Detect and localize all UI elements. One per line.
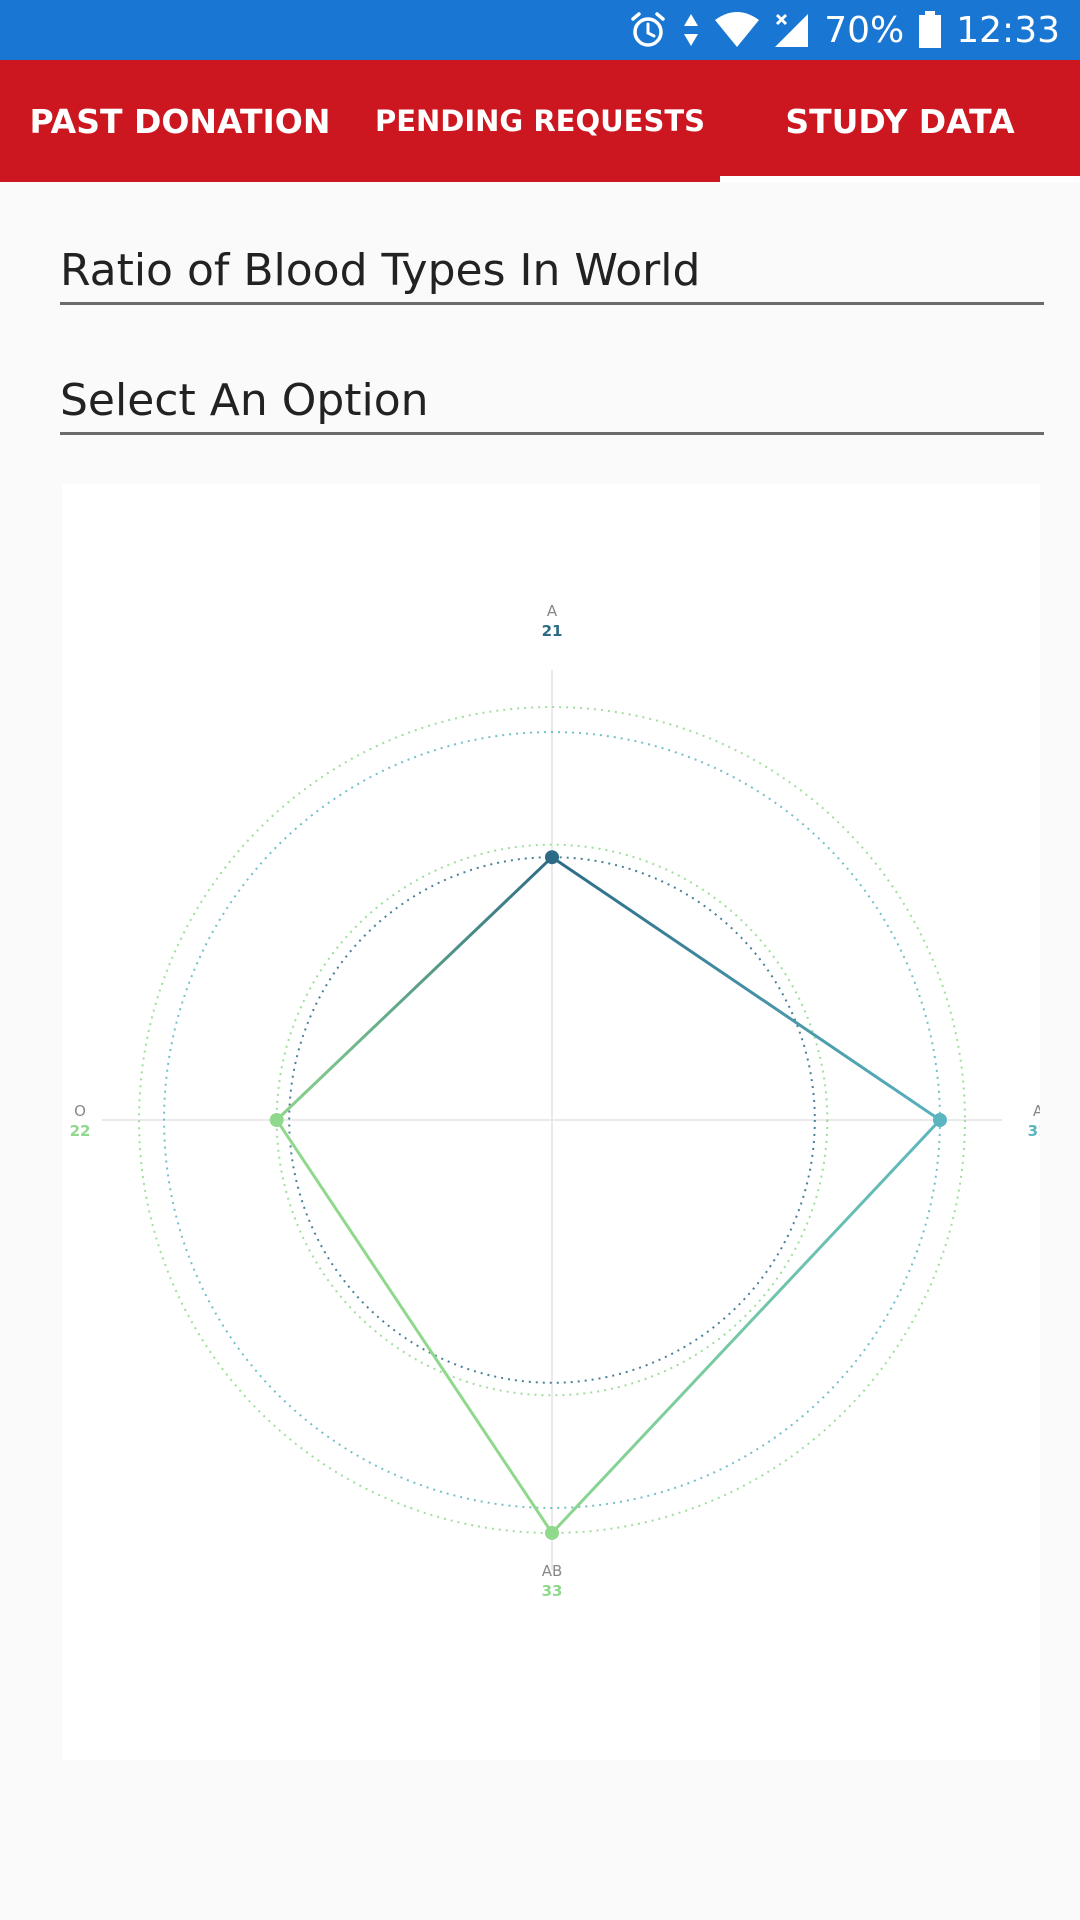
- series-edge: [275, 1119, 554, 1534]
- axis-value-label: 22: [70, 1122, 91, 1140]
- alarm-icon: [628, 10, 668, 50]
- axis-label: AB: [542, 1562, 563, 1580]
- wifi-icon: [714, 12, 760, 48]
- data-point: [545, 850, 559, 865]
- battery-icon: [918, 11, 942, 49]
- dataset-spinner[interactable]: Ratio of Blood Types In World: [60, 240, 1044, 305]
- series-edge: [550, 1118, 942, 1534]
- data-point: [932, 1113, 947, 1127]
- data-point: [545, 1525, 559, 1540]
- axis-value-label: 31: [1028, 1122, 1040, 1140]
- series-edge: [551, 855, 941, 1122]
- axis-value-label: 33: [542, 1582, 563, 1600]
- tab-past-donation[interactable]: PAST DONATION: [0, 60, 360, 182]
- axis-value-label: 21: [542, 622, 563, 640]
- tab-bar: PAST DONATION PENDING REQUESTS STUDY DAT…: [0, 60, 1080, 182]
- option-spinner[interactable]: Select An Option: [60, 370, 1044, 435]
- axis-label: A: [1033, 1102, 1040, 1120]
- battery-percentage: 70%: [824, 9, 905, 51]
- radar-chart: A 21 A 31 AB 33 O 22: [70, 602, 1040, 1600]
- clock: 12:33: [956, 9, 1060, 51]
- tab-study-data[interactable]: STUDY DATA: [720, 60, 1080, 182]
- signal-icon: [774, 12, 810, 48]
- data-arrows-icon: [682, 12, 700, 48]
- axis-label: A: [547, 602, 558, 620]
- status-bar: 70% 12:33: [0, 0, 1080, 60]
- tab-pending-requests[interactable]: PENDING REQUESTS: [360, 60, 720, 182]
- axis-label: O: [74, 1102, 86, 1120]
- status-icons: 70% 12:33: [628, 0, 1060, 60]
- data-point: [269, 1113, 284, 1127]
- radar-chart-card: A 21 A 31 AB 33 O 22: [62, 484, 1040, 1760]
